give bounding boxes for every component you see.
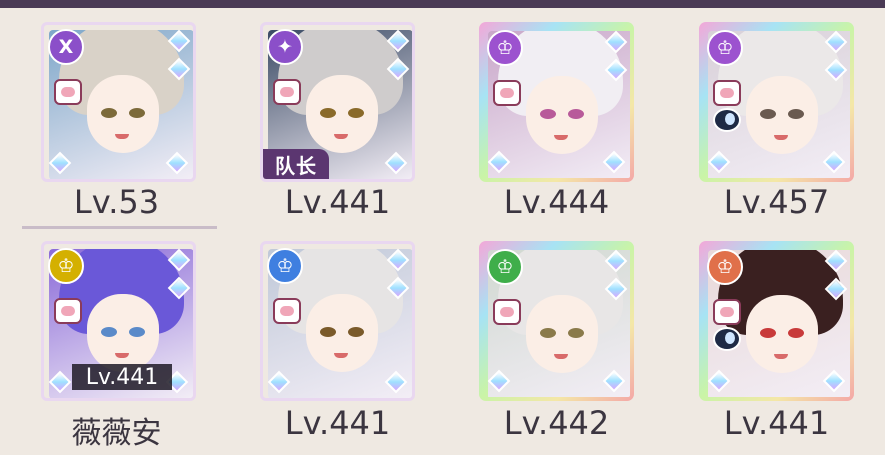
character-level: Lv.441: [284, 183, 391, 221]
character-portrait: ♔ Lv.441: [41, 241, 196, 401]
weapon-badge-icon: [493, 299, 521, 325]
portrait-level-label: Lv.441: [72, 364, 172, 390]
weapon-badge-icon: [273, 79, 301, 105]
weapon-badge-icon: [493, 80, 521, 106]
weapon-badge-icon: [54, 79, 82, 105]
element-icon: ♔: [707, 249, 743, 285]
character-card[interactable]: ♔: [699, 241, 854, 401]
character-card[interactable]: ♔: [479, 22, 634, 182]
character-card[interactable]: ♔ Lv.441: [41, 241, 196, 401]
moon-icon: [713, 108, 741, 132]
right-eye: [348, 327, 364, 337]
weapon-badge-icon: [273, 298, 301, 324]
left-eye: [320, 327, 336, 337]
face-shape: [746, 295, 818, 373]
character-portrait: ♔: [699, 241, 854, 401]
character-level: Lv.444: [503, 183, 610, 221]
face-shape: [526, 295, 598, 373]
character-card[interactable]: ♔: [699, 22, 854, 182]
top-bar: [0, 0, 885, 8]
character-level: Lv.441: [723, 404, 830, 442]
left-eye: [760, 109, 776, 119]
character-level: Lv.457: [723, 183, 830, 221]
character-card[interactable]: ♔: [260, 241, 415, 401]
weapon-badge-icon: [54, 298, 82, 324]
right-eye: [788, 328, 804, 338]
face-shape: [306, 75, 378, 153]
character-portrait: ♔: [479, 241, 634, 401]
character-portrait: ♔: [260, 241, 415, 401]
element-icon: ♔: [48, 248, 84, 284]
right-eye: [129, 108, 145, 118]
face-shape: [87, 294, 159, 372]
weapon-badge-icon: [713, 299, 741, 325]
left-eye: [540, 109, 556, 119]
element-icon: ♔: [707, 30, 743, 66]
face-shape: [306, 294, 378, 372]
character-level: Lv.441: [284, 404, 391, 442]
right-eye: [788, 109, 804, 119]
element-icon: X: [48, 29, 84, 65]
left-eye: [320, 108, 336, 118]
left-eye: [540, 328, 556, 338]
character-portrait: X: [41, 22, 196, 182]
face-shape: [746, 76, 818, 154]
character-card[interactable]: X: [41, 22, 196, 182]
element-icon: ♔: [267, 248, 303, 284]
character-name: 薇薇安: [71, 416, 162, 451]
character-card[interactable]: ♔: [479, 241, 634, 401]
character-portrait: ♔: [699, 22, 854, 182]
character-card[interactable]: ✦ 队长: [260, 22, 415, 182]
moon-icon: [713, 327, 741, 351]
character-portrait: ✦ 队长: [260, 22, 415, 182]
face-shape: [526, 76, 598, 154]
right-eye: [568, 109, 584, 119]
captain-badge: 队长: [263, 149, 329, 179]
face-shape: [87, 75, 159, 153]
right-eye: [129, 327, 145, 337]
weapon-badge-icon: [713, 80, 741, 106]
row-divider: [22, 226, 217, 229]
right-eye: [348, 108, 364, 118]
left-eye: [101, 327, 117, 337]
element-icon: ♔: [487, 249, 523, 285]
left-eye: [101, 108, 117, 118]
element-icon: ♔: [487, 30, 523, 66]
left-eye: [760, 328, 776, 338]
right-eye: [568, 328, 584, 338]
character-level: Lv.442: [503, 404, 610, 442]
character-level: Lv.53: [73, 183, 160, 221]
element-icon: ✦: [267, 29, 303, 65]
character-portrait: ♔: [479, 22, 634, 182]
